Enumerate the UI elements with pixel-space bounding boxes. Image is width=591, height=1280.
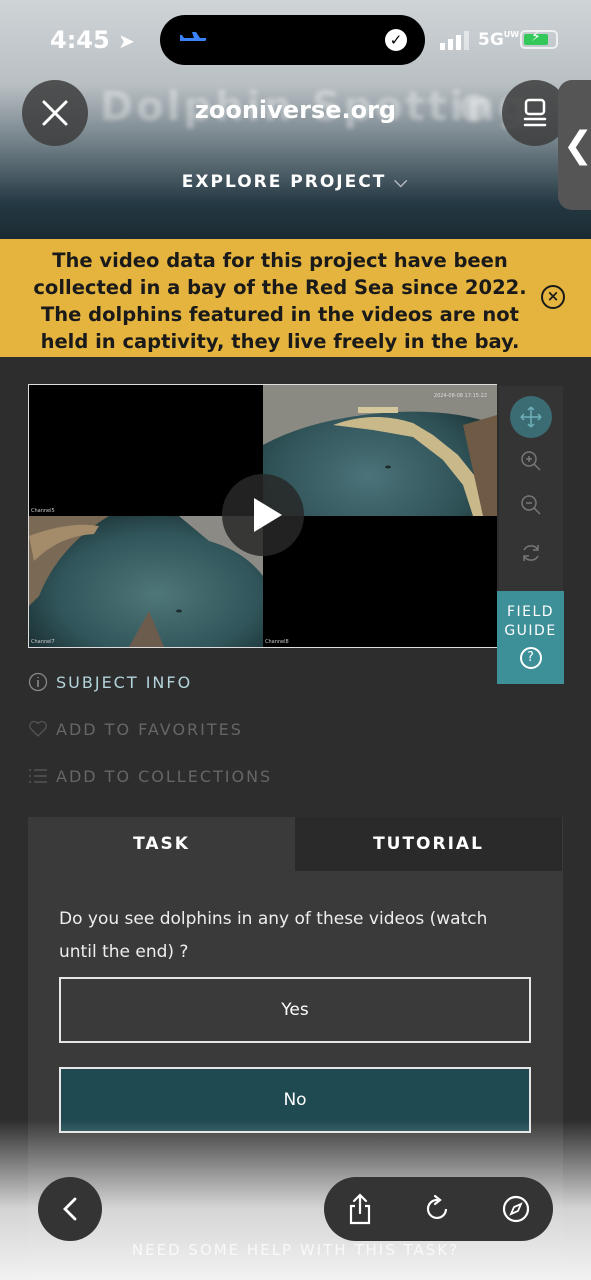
channel-label: Channel8	[265, 639, 289, 645]
info-icon	[28, 672, 48, 692]
reload-icon	[426, 1194, 448, 1220]
announcement-banner: The video data for this project have bee…	[0, 239, 591, 357]
refresh-icon	[523, 545, 539, 561]
heart-icon	[28, 719, 48, 739]
play-button[interactable]	[222, 474, 304, 556]
back-button[interactable]	[38, 1177, 102, 1241]
add-collections-link[interactable]: ADD TO COLLECTIONS	[28, 766, 272, 786]
dynamic-island: ✓	[160, 15, 425, 65]
image-toolbar	[499, 386, 563, 591]
charging-bolt-icon: ⚡	[531, 29, 541, 45]
question-icon: ?	[519, 647, 542, 669]
chevron-left-icon: ❮	[562, 124, 591, 166]
compass-icon	[502, 1195, 530, 1223]
field-guide-button[interactable]: FIELD GUIDE ?	[497, 591, 564, 684]
channel-label: Channel7	[31, 639, 55, 645]
browser-actions	[324, 1177, 553, 1241]
answer-yes-button[interactable]: Yes	[59, 977, 531, 1043]
explore-project-button[interactable]: EXPLORE PROJECT ⌵	[0, 172, 591, 192]
battery-icon: ⚡	[520, 29, 558, 49]
status-time: 4:45 ➤	[50, 26, 135, 54]
chevron-down-icon: ⌵	[394, 172, 410, 192]
zoom-in-icon	[521, 451, 541, 471]
airplane-icon	[180, 32, 207, 41]
zoom-in-button[interactable]	[510, 440, 552, 482]
channel-label: Channel5	[31, 508, 55, 514]
zoom-out-icon	[521, 495, 541, 515]
banner-close-icon[interactable]: ×	[541, 285, 565, 309]
play-icon	[254, 498, 282, 532]
tab-tutorial[interactable]: TUTORIAL	[295, 817, 562, 871]
checkmark-icon: ✓	[385, 29, 407, 51]
help-link[interactable]: NEED SOME HELP WITH THIS TASK?	[0, 1241, 591, 1259]
video-timestamp: 2024-08-08 17:15:22	[433, 393, 487, 399]
chevron-left-icon	[63, 1197, 77, 1221]
tab-task[interactable]: TASK	[28, 817, 295, 871]
subject-video[interactable]: Channel5 2024-08-08 17:15:22 Channel7 Ch…	[28, 384, 497, 648]
banner-text: The video data for this project have bee…	[33, 249, 527, 353]
zoom-out-button[interactable]	[510, 484, 552, 526]
network-label: 5GUW	[478, 30, 520, 50]
reset-button[interactable]	[510, 532, 552, 574]
subject-info-link[interactable]: SUBJECT INFO	[28, 672, 192, 692]
compass-button[interactable]	[498, 1191, 534, 1227]
share-button[interactable]	[342, 1191, 378, 1227]
field-guide-label: FIELD GUIDE	[504, 604, 557, 639]
tabs-icon	[523, 98, 547, 127]
share-icon	[349, 1193, 371, 1225]
location-arrow-icon: ➤	[118, 29, 135, 53]
task-question: Do you see dolphins in any of these vide…	[59, 909, 488, 962]
reload-button[interactable]	[420, 1191, 456, 1227]
move-icon	[520, 406, 542, 428]
list-icon	[28, 766, 48, 786]
move-tool-button[interactable]	[510, 396, 552, 438]
add-favorites-link[interactable]: ADD TO FAVORITES	[28, 719, 243, 739]
signal-icon	[440, 31, 469, 50]
